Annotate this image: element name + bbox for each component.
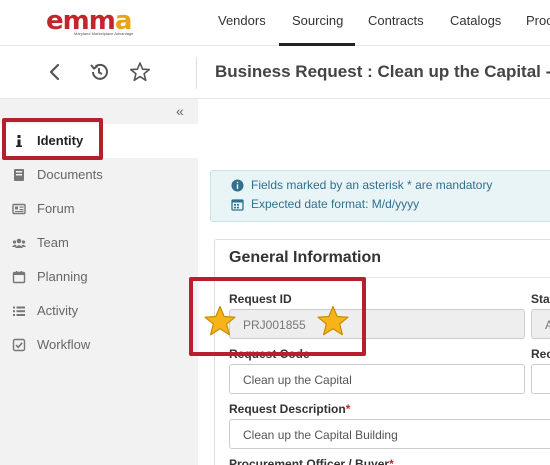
request-description-field[interactable]: Clean up the Capital Building xyxy=(229,419,550,449)
top-navigation: emma Maryland Marketplace Advantage Vend… xyxy=(0,0,550,46)
identity-highlight-box xyxy=(2,118,103,160)
newspaper-icon xyxy=(12,203,26,215)
request-description-label: Request Description* xyxy=(229,402,351,416)
collapse-sidebar-button[interactable]: « xyxy=(176,103,184,119)
logo-tagline: Maryland Marketplace Advantage xyxy=(74,31,134,36)
section-title: General Information xyxy=(229,249,382,266)
nav-tab-sourcing[interactable]: Sourcing xyxy=(279,0,355,46)
favorite-star-icon[interactable] xyxy=(129,61,151,83)
sidebar-item-label: Forum xyxy=(37,201,75,216)
right-field-input[interactable] xyxy=(531,364,550,394)
sidebar-item-label: Workflow xyxy=(37,337,91,352)
gold-star-icon xyxy=(204,305,236,336)
nav-tab-procurement[interactable]: Proc xyxy=(526,0,550,46)
sidebar-item-label: Documents xyxy=(37,167,103,182)
gold-star-icon xyxy=(317,305,349,336)
nav-tab-contracts[interactable]: Contracts xyxy=(368,0,424,46)
page-title: Business Request : Clean up the Capital … xyxy=(215,62,550,81)
list-icon xyxy=(13,306,25,316)
request-code-field[interactable]: Clean up the Capital xyxy=(229,364,525,394)
sidebar-item-activity[interactable]: Activity xyxy=(0,294,198,328)
sidebar-item-planning[interactable]: Planning xyxy=(0,260,198,294)
checkbox-icon xyxy=(12,338,26,352)
sidebar-item-label: Team xyxy=(37,235,69,250)
status-label: Stat xyxy=(531,292,550,306)
sidebar-item-workflow[interactable]: Workflow xyxy=(0,328,198,362)
nav-tab-catalogs[interactable]: Catalogs xyxy=(450,0,501,46)
page-toolbar: Business Request : Clean up the Capital … xyxy=(0,47,550,99)
calendar-icon xyxy=(231,199,244,211)
right-field-label: Rec xyxy=(531,347,550,361)
mandatory-fields-notice: Fields marked by an asterisk * are manda… xyxy=(210,170,550,222)
toolbar-divider xyxy=(196,57,197,89)
sidebar-item-documents[interactable]: Documents xyxy=(0,158,198,192)
emma-logo[interactable]: emma Maryland Marketplace Advantage xyxy=(46,6,150,40)
calendar-icon xyxy=(12,271,26,284)
sidebar-item-label: Activity xyxy=(37,303,79,318)
history-icon[interactable] xyxy=(88,61,110,83)
info-circle-icon xyxy=(231,179,244,192)
sidebar-item-label: Planning xyxy=(37,269,88,284)
sidebar-item-team[interactable]: Team xyxy=(0,226,198,260)
status-field[interactable]: A xyxy=(531,309,550,339)
users-icon xyxy=(12,238,26,248)
nav-tab-vendors[interactable]: Vendors xyxy=(218,0,266,46)
back-arrow-icon[interactable] xyxy=(44,61,66,83)
sidebar-item-forum[interactable]: Forum xyxy=(0,192,198,226)
procurement-officer-label: Procurement Officer / Buyer* xyxy=(229,457,394,465)
book-icon xyxy=(14,169,24,181)
